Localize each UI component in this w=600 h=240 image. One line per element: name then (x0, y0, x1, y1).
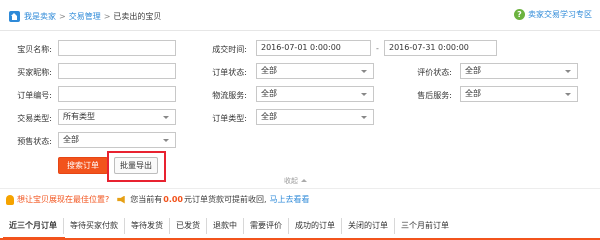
rating-status-select[interactable]: 全部 (460, 63, 578, 79)
deal-time-from-input[interactable]: 2016-07-01 0:00:00 (256, 40, 371, 56)
speaker-icon (117, 195, 125, 204)
item-name-input[interactable] (58, 40, 176, 56)
collapse-toggle[interactable]: 收起 (284, 176, 307, 186)
breadcrumb-trade-management[interactable]: 交易管理 (69, 11, 101, 22)
home-icon (9, 10, 20, 22)
order-tabs: 近三个月订单 等待买家付款 等待发货 已发货 退款中 需要评价 成功的订单 关闭… (0, 213, 600, 240)
logistics-select[interactable]: 全部 (256, 86, 374, 102)
logistics-label: 物流服务: (212, 91, 247, 100)
notice-text-suffix: 元订单货款可提前收回, (184, 195, 267, 204)
tab-refunding[interactable]: 退款中 (206, 217, 243, 234)
order-status-select[interactable]: 全部 (256, 63, 374, 79)
go-see-link[interactable]: 马上去看看 (270, 194, 310, 205)
trade-type-label: 交易类型: (17, 114, 52, 123)
search-orders-button[interactable]: 搜索订单 (58, 157, 108, 174)
tab-needs-rating[interactable]: 需要评价 (243, 217, 288, 234)
presale-status-label: 预售状态: (17, 137, 52, 146)
batch-export-button[interactable]: 批量导出 (114, 157, 158, 174)
breadcrumb-seller[interactable]: 我是卖家 (24, 11, 56, 22)
tab-closed[interactable]: 关闭的订单 (341, 217, 394, 234)
buyer-nick-label: 买家昵称: (17, 68, 52, 77)
after-sales-select[interactable]: 全部 (460, 86, 578, 102)
order-no-label: 订单编号: (17, 91, 52, 100)
chevron-up-icon (301, 179, 307, 182)
item-name-label: 宝贝名称: (17, 45, 52, 54)
tab-successful[interactable]: 成功的订单 (288, 217, 341, 234)
breadcrumb-current: 已卖出的宝贝 (113, 11, 162, 21)
promo-link[interactable]: 想让宝贝展现在最佳位置? (17, 194, 109, 205)
help-link[interactable]: 卖家交易学习专区 (528, 9, 592, 20)
breadcrumb-separator: > (59, 11, 66, 21)
presale-status-select[interactable]: 全部 (58, 132, 176, 148)
deal-time-label: 成交时间: (212, 45, 247, 54)
order-type-label: 订单类型: (212, 114, 247, 123)
notice-text-prefix: 您当前有 (130, 195, 163, 204)
collapse-label: 收起 (284, 177, 298, 185)
tab-older-than-three-months[interactable]: 三个月前订单 (394, 217, 455, 234)
order-type-select[interactable]: 全部 (256, 109, 374, 125)
top-bar: 我是卖家 > 交易管理 > 已卖出的宝贝 ? 卖家交易学习专区 (0, 0, 600, 31)
date-range-separator: - (376, 44, 379, 53)
rating-status-label: 评价状态: (417, 68, 452, 77)
tab-shipped[interactable]: 已发货 (169, 217, 206, 234)
tab-awaiting-payment[interactable]: 等待买家付款 (63, 217, 124, 234)
breadcrumb: 我是卖家 > 交易管理 > 已卖出的宝贝 (9, 9, 161, 23)
tab-awaiting-shipment[interactable]: 等待发货 (124, 217, 169, 234)
notice-bar: 想让宝贝展现在最佳位置? 您当前有 0.00 元订单货款可提前收回, 马上去看看 (0, 188, 600, 210)
order-no-input[interactable] (58, 86, 176, 102)
question-icon: ? (514, 9, 525, 20)
order-status-label: 订单状态: (212, 68, 247, 77)
breadcrumb-separator: > (103, 11, 111, 21)
after-sales-label: 售后服务: (417, 91, 452, 100)
buyer-nick-input[interactable] (58, 63, 176, 79)
deal-time-to-input[interactable]: 2016-07-31 0:00:00 (384, 40, 497, 56)
help-link-group[interactable]: ? 卖家交易学习专区 (514, 9, 592, 20)
trade-type-select[interactable]: 所有类型 (58, 109, 176, 125)
lightbulb-icon (6, 194, 14, 205)
notice-amount: 0.00 (163, 195, 183, 204)
tab-recent-three-months[interactable]: 近三个月订单 (3, 218, 63, 234)
